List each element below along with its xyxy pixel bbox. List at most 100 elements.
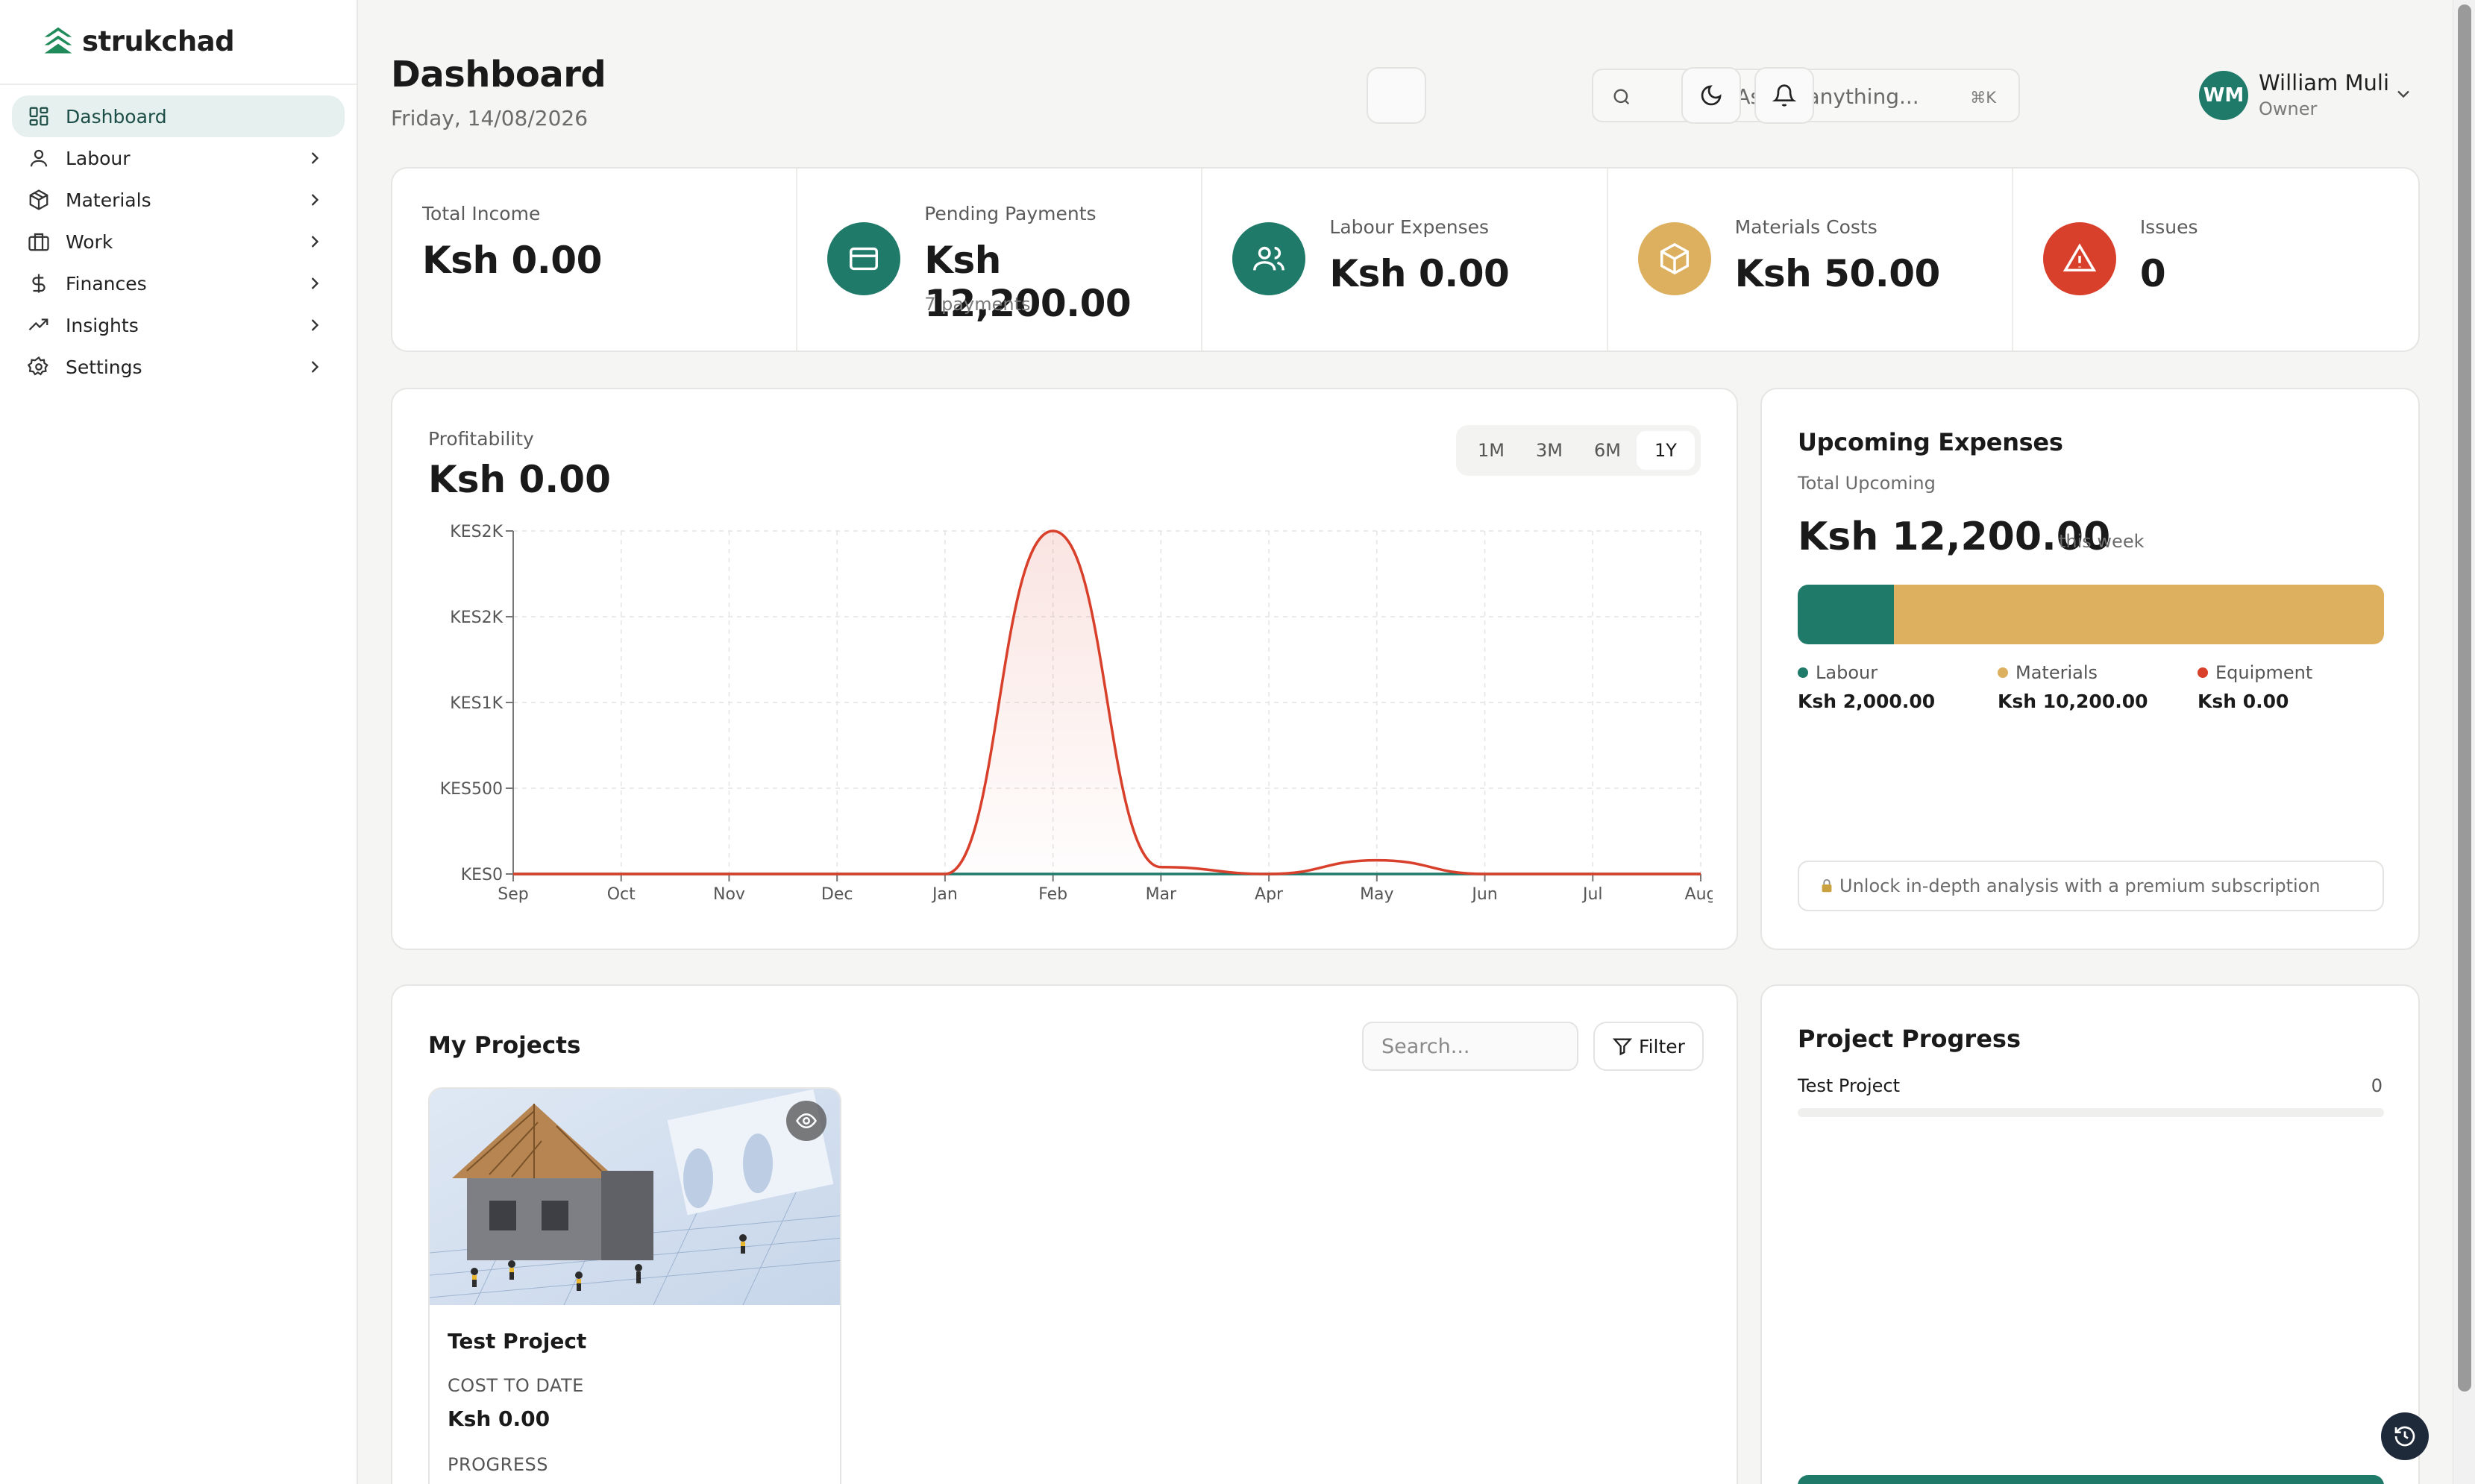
legend-value: Ksh 2,000.00 [1798,691,1936,712]
y-tick-label: KES2K [450,609,503,627]
x-tick-label: Jun [1470,885,1497,904]
stat-label: Materials Costs [1734,216,1878,238]
stat-sub: 7 payments [924,294,1031,315]
sidebar-divider [0,84,357,85]
view-project-button[interactable] [786,1101,826,1141]
chevron-right-icon [311,236,319,248]
project-cost-label: COST TO DATE [448,1375,584,1396]
range-tab-6m[interactable]: 6M [1578,431,1637,470]
x-tick-label: Sep [498,885,528,904]
page-date: Friday, 14/08/2026 [391,106,589,131]
range-tab-1y[interactable]: 1Y [1637,431,1695,470]
projects-search-input[interactable]: Search... [1362,1022,1578,1071]
alert-triangle-icon [2042,222,2116,295]
range-tab-1m[interactable]: 1M [1462,431,1520,470]
theme-toggle-button[interactable] [1681,67,1741,124]
logo[interactable]: strukchad [42,22,235,60]
stat-label: Pending Payments [924,203,1097,224]
stat-label: Issues [2139,216,2198,238]
briefcase-icon [27,230,51,254]
stat-labour-expenses: Labour Expenses Ksh 0.00 [1202,169,1608,350]
sidebar-item-label: Dashboard [66,105,167,128]
scrollbar-thumb[interactable] [2458,4,2471,1392]
progress-project-value: 0 [2371,1075,2383,1096]
filter-icon [1612,1038,1633,1056]
stat-label: Total Income [422,203,541,224]
upcoming-breakdown-bar [1798,585,2384,644]
project-cost: Ksh 0.00 [448,1406,550,1431]
bar-segment-materials [1893,585,2384,644]
moon-icon [1701,85,1722,106]
projects-search-placeholder: Search... [1381,1034,1470,1058]
sidebar-item-labour[interactable]: Labour [12,137,345,179]
stat-value: Ksh 0.00 [1329,252,1510,295]
upcoming-period: this week [2059,531,2145,552]
x-tick-label: Oct [607,885,636,904]
sidebar-item-label: Settings [66,356,142,378]
x-tick-label: May [1360,885,1393,904]
box-icon [1637,222,1711,295]
x-tick-label: Aug [1685,885,1713,904]
credit-card-icon [827,222,901,295]
sidebar-item-label: Insights [66,314,139,336]
progress-card-button[interactable] [1798,1475,2384,1484]
lock-icon [1822,878,1832,893]
x-tick-label: Mar [1146,885,1177,904]
profitability-label: Profitability [428,428,534,450]
y-tick-label: KES0 [461,866,503,884]
logo-icon [44,27,72,54]
stat-issues: Issues 0 [2013,169,2418,350]
sidebar-item-label: Labour [66,147,131,169]
page-scrollbar[interactable] [2453,0,2475,1484]
y-tick-label: KES2K [450,524,503,541]
eye-icon [796,1113,817,1129]
my-projects-card: My Projects Search... Filter Test Projec… [391,984,1738,1484]
progress-track [1798,1108,2384,1117]
project-card[interactable]: Test Project COST TO DATE Ksh 0.00 PROGR… [428,1087,841,1484]
profitability-card: Profitability Ksh 0.00 1M 3M 6M 1Y KES0 K… [391,388,1738,950]
legend-value: Ksh 0.00 [2198,691,2289,712]
chevron-right-icon [311,361,319,373]
notifications-button[interactable] [1754,67,1814,124]
history-button[interactable] [2381,1412,2429,1460]
user-name[interactable]: William Muli [2259,70,2389,95]
chevron-down-icon[interactable] [2393,84,2414,104]
trending-up-icon [27,313,51,337]
legend-label: Materials [2016,662,2098,683]
stat-materials-costs: Materials Costs Ksh 50.00 [1608,169,2013,350]
legend-value: Ksh 10,200.00 [1998,691,2148,712]
project-name: Test Project [448,1329,587,1353]
stats-card: Total Income Ksh 0.00 Pending Payments K… [391,167,2420,352]
history-icon [2394,1426,2415,1447]
sidebar-item-insights[interactable]: Insights [12,304,345,346]
x-tick-label: Jul [1581,885,1603,904]
y-tick-label: KES500 [440,780,503,799]
chevron-right-icon [311,194,319,206]
premium-upsell[interactable]: Unlock in-depth analysis with a premium … [1798,861,2384,911]
x-tick-label: Jan [931,885,958,904]
upcoming-subtitle: Total Upcoming [1798,473,1936,494]
upcoming-expenses-card: Upcoming Expenses Total Upcoming Ksh 12,… [1760,388,2420,950]
legend-dot [1798,667,1808,678]
sidebar-item-materials[interactable]: Materials [12,179,345,221]
avatar[interactable]: WM [2199,71,2248,120]
projects-title: My Projects [428,1032,581,1059]
page-title: Dashboard [391,54,606,95]
range-tab-3m[interactable]: 3M [1520,431,1578,470]
stat-total-income: Total Income Ksh 0.00 [392,169,798,350]
sidebar-item-finances[interactable]: Finances [12,262,345,304]
sidebar-item-settings[interactable]: Settings [12,346,345,388]
grid-icon [27,104,51,128]
sidebar-item-label: Finances [66,272,147,295]
sidebar-item-work[interactable]: Work [12,221,345,262]
project-thumbnail [430,1089,840,1305]
gear-icon [27,355,51,379]
stat-value: Ksh 0.00 [422,239,602,282]
stat-label: Labour Expenses [1329,216,1490,238]
sidebar-item-dashboard[interactable]: Dashboard [12,95,345,137]
filter-button[interactable]: Filter [1593,1022,1704,1071]
project-progress-label: PROGRESS [448,1454,548,1475]
main-content: Dashboard Friday, 14/08/2026 Ask AI anyt… [358,0,2453,1484]
x-tick-label: Nov [713,885,745,904]
x-tick-label: Feb [1038,885,1067,904]
